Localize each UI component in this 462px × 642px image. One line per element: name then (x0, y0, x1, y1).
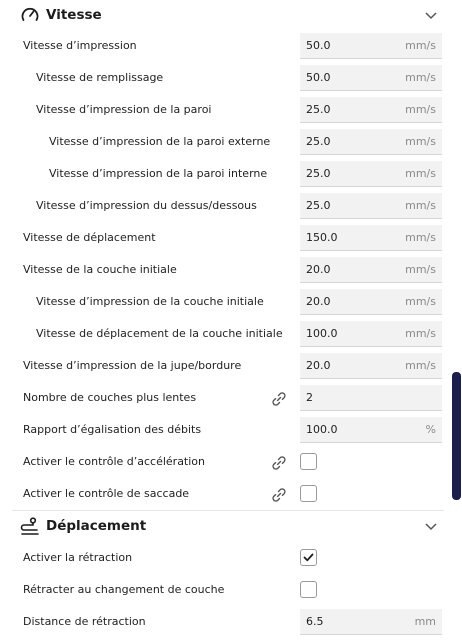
field-value: 20.0 (306, 295, 331, 308)
field-unit: mm/s (405, 71, 436, 84)
initial-layer-speed-input[interactable]: 20.0 mm/s (300, 257, 442, 283)
field-unit: mm/s (405, 199, 436, 212)
field-value: 20.0 (306, 263, 331, 276)
field-value: 2 (306, 391, 313, 404)
field-value: 25.0 (306, 135, 331, 148)
acceleration-control-checkbox[interactable] (300, 453, 317, 470)
section-title-travel: Déplacement (46, 518, 147, 534)
field-value: 100.0 (306, 327, 338, 340)
initial-layer-print-speed-input[interactable]: 20.0 mm/s (300, 289, 442, 315)
infill-speed-input[interactable]: 50.0 mm/s (300, 65, 442, 91)
setting-label: Vitesse d’impression de la paroi externe (49, 135, 271, 148)
field-value: 25.0 (306, 167, 331, 180)
setting-row-top-bottom-speed: Vitesse d’impression du dessus/dessous 2… (0, 190, 450, 222)
setting-label: Vitesse d’impression de la couche initia… (36, 295, 264, 308)
setting-row-enable-retraction: Activer la rétraction (0, 542, 450, 574)
setting-label: Distance de rétraction (23, 615, 146, 628)
setting-row-initial-layer-travel-speed: Vitesse de déplacement de la couche init… (0, 318, 450, 350)
field-value: 50.0 (306, 39, 331, 52)
flow-equalization-input[interactable]: 100.0 % (300, 417, 442, 443)
setting-label: Vitesse d’impression de la paroi (36, 103, 212, 116)
setting-row-travel-speed: Vitesse de déplacement 150.0 mm/s (0, 222, 450, 254)
field-unit: mm (414, 615, 436, 628)
retraction-distance-input[interactable]: 6.5 mm (300, 609, 442, 635)
section-title-speed: Vitesse (46, 7, 102, 23)
setting-row-wall-speed: Vitesse d’impression de la paroi 25.0 mm… (0, 94, 450, 126)
setting-row-slower-layers: Nombre de couches plus lentes 2 (0, 382, 450, 414)
link-icon[interactable] (270, 390, 288, 408)
setting-label: Vitesse d’impression de la paroi interne (49, 167, 268, 180)
outer-wall-speed-input[interactable]: 25.0 mm/s (300, 129, 442, 155)
setting-row-retract-layer-change: Rétracter au changement de couche (0, 574, 450, 606)
retract-layer-change-checkbox[interactable] (300, 581, 317, 598)
initial-layer-travel-speed-input[interactable]: 100.0 mm/s (300, 321, 442, 347)
setting-row-skirt-brim-speed: Vitesse d’impression de la jupe/bordure … (0, 350, 450, 382)
field-unit: mm/s (405, 359, 436, 372)
field-unit: mm/s (405, 103, 436, 116)
setting-label: Vitesse d’impression de la jupe/bordure (23, 359, 242, 372)
setting-label: Rapport d’égalisation des débits (23, 423, 202, 436)
field-value: 100.0 (306, 423, 338, 436)
skirt-brim-speed-input[interactable]: 20.0 mm/s (300, 353, 442, 379)
setting-row-retraction-distance: Distance de rétraction 6.5 mm (0, 606, 450, 638)
jerk-control-checkbox[interactable] (300, 485, 317, 502)
print-speed-input[interactable]: 50.0 mm/s (300, 33, 442, 59)
field-unit: mm/s (405, 39, 436, 52)
setting-row-print-speed: Vitesse d’impression 50.0 mm/s (0, 30, 450, 62)
setting-row-initial-layer-print-speed: Vitesse d’impression de la couche initia… (0, 286, 450, 318)
field-unit: mm/s (405, 263, 436, 276)
setting-label: Rétracter au changement de couche (23, 583, 225, 596)
speedometer-icon (21, 7, 39, 21)
setting-label: Vitesse de remplissage (36, 71, 164, 84)
section-header-speed[interactable]: Vitesse (0, 0, 450, 30)
link-icon[interactable] (270, 486, 288, 504)
setting-row-initial-layer-speed: Vitesse de la couche initiale 20.0 mm/s (0, 254, 450, 286)
scrollbar-thumb[interactable] (452, 372, 461, 500)
field-value: 25.0 (306, 199, 331, 212)
chevron-down-icon[interactable] (424, 8, 438, 22)
setting-label: Vitesse de la couche initiale (23, 263, 177, 276)
field-unit: % (425, 423, 436, 436)
field-value: 50.0 (306, 71, 331, 84)
setting-label: Activer le contrôle d’accélération (23, 455, 205, 468)
field-value: 6.5 (306, 615, 324, 628)
setting-label: Nombre de couches plus lentes (23, 391, 197, 404)
travel-icon (20, 517, 39, 535)
section-header-travel[interactable]: Déplacement (0, 511, 450, 541)
field-value: 25.0 (306, 103, 331, 116)
setting-row-inner-wall-speed: Vitesse d’impression de la paroi interne… (0, 158, 450, 190)
chevron-down-icon[interactable] (424, 519, 438, 533)
setting-label: Vitesse d’impression du dessus/dessous (36, 199, 257, 212)
setting-label: Activer la rétraction (23, 551, 133, 564)
field-value: 20.0 (306, 359, 331, 372)
setting-row-jerk-control: Activer le contrôle de saccade (0, 478, 450, 510)
setting-row-flow-equalization: Rapport d’égalisation des débits 100.0 % (0, 414, 450, 446)
setting-label: Vitesse de déplacement de la couche init… (36, 327, 283, 340)
travel-speed-input[interactable]: 150.0 mm/s (300, 225, 442, 251)
setting-row-infill-speed: Vitesse de remplissage 50.0 mm/s (0, 62, 450, 94)
setting-label: Vitesse de déplacement (23, 231, 156, 244)
top-bottom-speed-input[interactable]: 25.0 mm/s (300, 193, 442, 219)
wall-speed-input[interactable]: 25.0 mm/s (300, 97, 442, 123)
enable-retraction-checkbox[interactable] (300, 549, 317, 566)
setting-label: Activer le contrôle de saccade (23, 487, 190, 500)
field-value: 150.0 (306, 231, 338, 244)
field-unit: mm/s (405, 327, 436, 340)
field-unit: mm/s (405, 135, 436, 148)
field-unit: mm/s (405, 167, 436, 180)
inner-wall-speed-input[interactable]: 25.0 mm/s (300, 161, 442, 187)
checkmark-icon (303, 553, 314, 562)
slower-layers-input[interactable]: 2 (300, 385, 442, 411)
field-unit: mm/s (405, 295, 436, 308)
field-unit: mm/s (405, 231, 436, 244)
setting-row-acceleration-control: Activer le contrôle d’accélération (0, 446, 450, 478)
setting-row-outer-wall-speed: Vitesse d’impression de la paroi externe… (0, 126, 450, 158)
setting-label: Vitesse d’impression (23, 39, 137, 52)
link-icon[interactable] (270, 454, 288, 472)
